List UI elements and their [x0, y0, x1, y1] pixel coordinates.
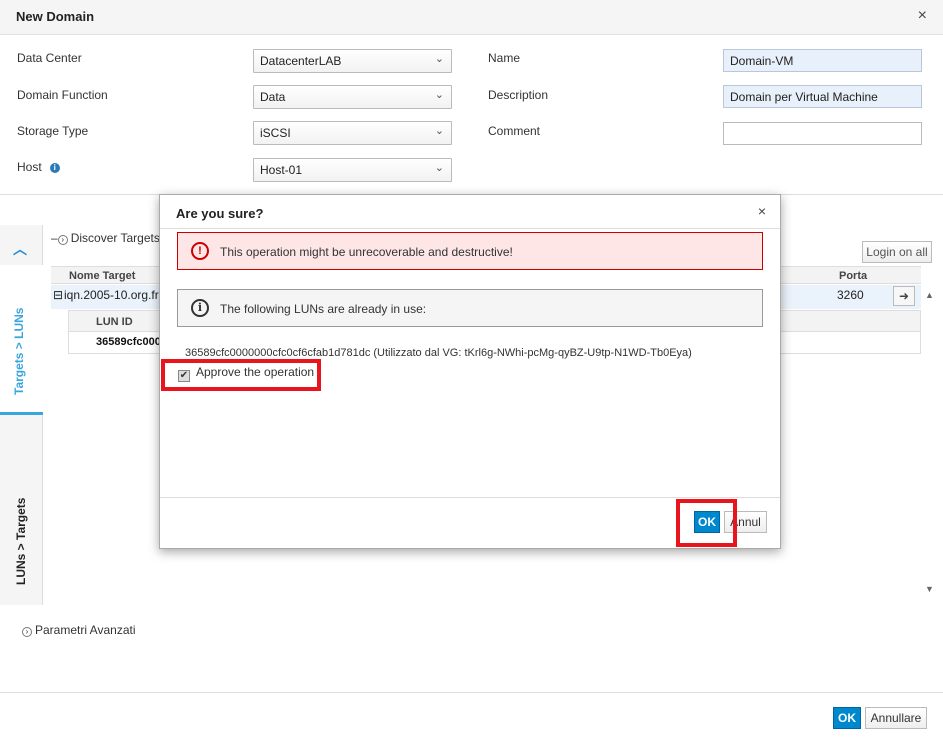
highlight-box [676, 499, 737, 547]
info-text: The following LUNs are already in use: [220, 302, 427, 316]
danger-text: This operation might be unrecoverable an… [220, 245, 513, 259]
danger-alert: ! This operation might be unrecoverable … [177, 232, 763, 270]
divider [160, 497, 780, 498]
info-icon: i [191, 299, 209, 317]
confirm-title: Are you sure? [176, 206, 264, 221]
lun-entry: 36589cfc0000000cfc0cf6cfab1d781dc (Utili… [185, 347, 692, 359]
confirm-header: Are you sure? × [160, 195, 780, 229]
highlight-box [161, 359, 321, 391]
close-icon[interactable]: × [758, 203, 766, 219]
error-icon: ! [191, 242, 209, 260]
info-alert: i The following LUNs are already in use: [177, 289, 763, 327]
